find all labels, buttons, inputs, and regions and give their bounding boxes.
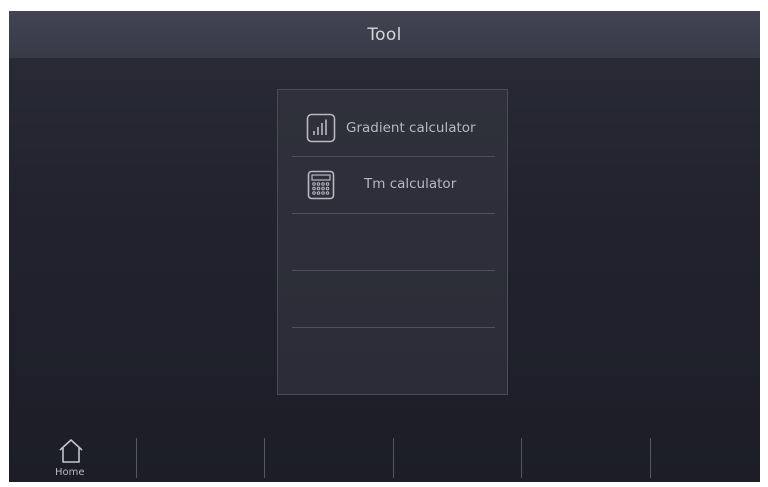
nav-divider (264, 438, 265, 478)
bar-chart-icon (306, 113, 336, 143)
nav-divider (521, 438, 522, 478)
tool-screen: Tool Gradient calculator Tm calculator H… (9, 11, 760, 482)
tool-list-panel: Gradient calculator Tm calculator (277, 89, 508, 395)
home-button[interactable]: Home (49, 435, 95, 480)
tool-item-label: Tm calculator (364, 176, 457, 192)
page-title: Tool (367, 24, 402, 45)
calculator-icon (306, 170, 336, 200)
nav-divider (650, 438, 651, 478)
tool-item-label: Gradient calculator (346, 120, 476, 136)
tool-item-empty[interactable] (292, 214, 495, 271)
nav-divider (136, 438, 137, 478)
bottom-nav-bar: Home (9, 431, 760, 482)
home-icon (59, 439, 83, 463)
nav-divider (393, 438, 394, 478)
tool-item-gradient-calculator[interactable]: Gradient calculator (292, 100, 495, 157)
title-bar: Tool (9, 11, 760, 58)
home-label: Home (55, 467, 85, 478)
tool-item-tm-calculator[interactable]: Tm calculator (292, 157, 495, 214)
tool-item-empty[interactable] (292, 271, 495, 328)
